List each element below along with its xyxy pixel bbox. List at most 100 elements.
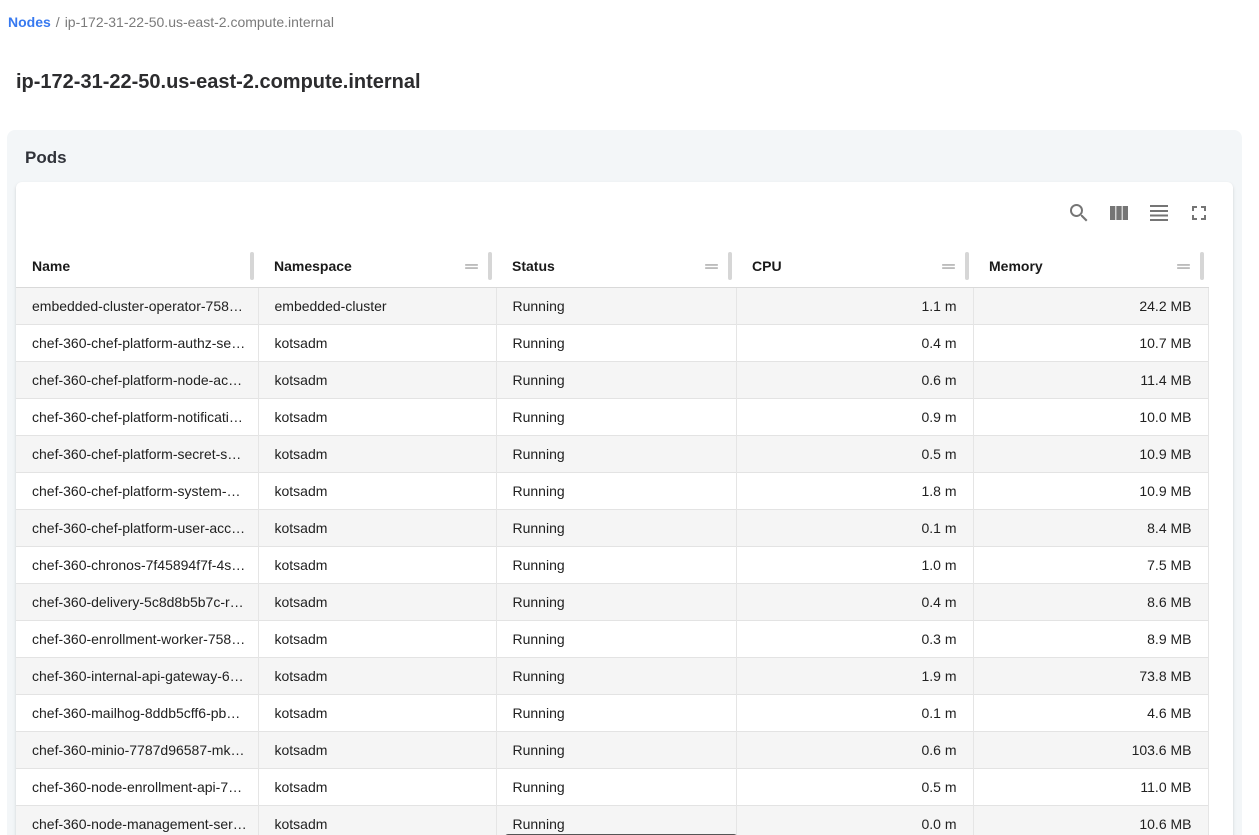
cell-cpu: 0.4 m bbox=[736, 583, 973, 620]
show-hide-columns-button[interactable] bbox=[1099, 194, 1139, 234]
cell-namespace: kotsadm bbox=[258, 657, 496, 694]
table-row: chef-360-chef-platform-user-acc…kotsadmR… bbox=[16, 509, 1208, 546]
cell-memory: 10.9 MB bbox=[973, 472, 1208, 509]
pods-card: Pods bbox=[7, 130, 1242, 835]
cell-namespace: kotsadm bbox=[258, 398, 496, 435]
drag-handle-icon[interactable] bbox=[1172, 255, 1195, 278]
cell-memory: 8.9 MB bbox=[973, 620, 1208, 657]
cell-memory: 10.7 MB bbox=[973, 324, 1208, 361]
cell-name: chef-360-chef-platform-system-… bbox=[16, 472, 258, 509]
pods-table-header: Name Namespace Status CPU Memory bbox=[16, 246, 1208, 287]
cell-memory: 8.4 MB bbox=[973, 509, 1208, 546]
cell-namespace: kotsadm bbox=[258, 768, 496, 805]
cell-cpu: 0.1 m bbox=[736, 509, 973, 546]
cell-cpu: 1.1 m bbox=[736, 287, 973, 324]
table-row: chef-360-mailhog-8ddb5cff6-pb…kotsadmRun… bbox=[16, 694, 1208, 731]
table-row: chef-360-node-enrollment-api-7…kotsadmRu… bbox=[16, 768, 1208, 805]
cell-cpu: 0.5 m bbox=[736, 768, 973, 805]
column-label-namespace: Namespace bbox=[274, 258, 352, 274]
cell-status: Running bbox=[496, 509, 736, 546]
cell-namespace: kotsadm bbox=[258, 694, 496, 731]
table-toolbar bbox=[16, 182, 1233, 246]
cell-status: Running bbox=[496, 472, 736, 509]
cell-name: chef-360-node-management-ser… bbox=[16, 805, 258, 835]
column-resize-handle[interactable] bbox=[1200, 252, 1204, 280]
cell-cpu: 1.9 m bbox=[736, 657, 973, 694]
column-header-namespace: Namespace bbox=[258, 246, 496, 287]
column-header-memory: Memory bbox=[973, 246, 1208, 287]
cell-memory: 8.6 MB bbox=[973, 583, 1208, 620]
cell-namespace: embedded-cluster bbox=[258, 287, 496, 324]
cell-memory: 10.9 MB bbox=[973, 435, 1208, 472]
fullscreen-icon bbox=[1187, 201, 1211, 228]
column-label-memory: Memory bbox=[989, 258, 1043, 274]
column-label-cpu: CPU bbox=[752, 258, 782, 274]
column-resize-handle[interactable] bbox=[728, 252, 732, 280]
drag-handle-icon[interactable] bbox=[937, 255, 960, 278]
cell-cpu: 0.4 m bbox=[736, 324, 973, 361]
pods-table-body: embedded-cluster-operator-758…embedded-c… bbox=[16, 287, 1208, 835]
column-resize-handle[interactable] bbox=[488, 252, 492, 280]
pods-table: Name Namespace Status CPU Memory embedded-cl… bbox=[16, 246, 1209, 835]
table-row: embedded-cluster-operator-758…embedded-c… bbox=[16, 287, 1208, 324]
cell-memory: 103.6 MB bbox=[973, 731, 1208, 768]
cell-name: chef-360-chef-platform-notificati… bbox=[16, 398, 258, 435]
table-row: chef-360-chef-platform-node-ac…kotsadmRu… bbox=[16, 361, 1208, 398]
cell-namespace: kotsadm bbox=[258, 472, 496, 509]
cell-status: Running bbox=[496, 694, 736, 731]
cell-cpu: 0.1 m bbox=[736, 694, 973, 731]
table-row: chef-360-chronos-7f45894f7f-4s…kotsadmRu… bbox=[16, 546, 1208, 583]
cell-name: chef-360-chef-platform-user-acc… bbox=[16, 509, 258, 546]
table-row: chef-360-chef-platform-notificati…kotsad… bbox=[16, 398, 1208, 435]
cell-status: Running bbox=[496, 768, 736, 805]
cell-name: chef-360-minio-7787d96587-mk… bbox=[16, 731, 258, 768]
cell-status: Running bbox=[496, 731, 736, 768]
cell-memory: 73.8 MB bbox=[973, 657, 1208, 694]
column-resize-handle[interactable] bbox=[250, 252, 254, 280]
cell-memory: 7.5 MB bbox=[973, 546, 1208, 583]
column-resize-handle[interactable] bbox=[965, 252, 969, 280]
cell-cpu: 0.5 m bbox=[736, 435, 973, 472]
cell-name: chef-360-internal-api-gateway-6… bbox=[16, 657, 258, 694]
table-row: chef-360-chef-platform-system-…kotsadmRu… bbox=[16, 472, 1208, 509]
cell-name: chef-360-chef-platform-authz-se… bbox=[16, 324, 258, 361]
cell-name: embedded-cluster-operator-758… bbox=[16, 287, 258, 324]
cell-cpu: 1.0 m bbox=[736, 546, 973, 583]
cell-namespace: kotsadm bbox=[258, 620, 496, 657]
table-row: chef-360-chef-platform-authz-se…kotsadmR… bbox=[16, 324, 1208, 361]
cell-namespace: kotsadm bbox=[258, 731, 496, 768]
search-button[interactable] bbox=[1059, 194, 1099, 234]
table-row: chef-360-internal-api-gateway-6…kotsadmR… bbox=[16, 657, 1208, 694]
page-title: ip-172-31-22-50.us-east-2.compute.intern… bbox=[16, 69, 1243, 96]
cell-name: chef-360-delivery-5c8d8b5b7c-r… bbox=[16, 583, 258, 620]
drag-handle-icon[interactable] bbox=[700, 255, 723, 278]
fullscreen-toggle-button[interactable] bbox=[1179, 194, 1219, 234]
cell-name: chef-360-chronos-7f45894f7f-4s… bbox=[16, 546, 258, 583]
cell-cpu: 1.8 m bbox=[736, 472, 973, 509]
cell-memory: 4.6 MB bbox=[973, 694, 1208, 731]
cell-name: chef-360-chef-platform-secret-s… bbox=[16, 435, 258, 472]
cell-memory: 10.6 MB bbox=[973, 805, 1208, 835]
cell-cpu: 0.6 m bbox=[736, 361, 973, 398]
cell-memory: 11.0 MB bbox=[973, 768, 1208, 805]
cell-cpu: 0.6 m bbox=[736, 731, 973, 768]
cell-status: Running bbox=[496, 583, 736, 620]
cell-namespace: kotsadm bbox=[258, 324, 496, 361]
pods-card-title: Pods bbox=[25, 147, 1233, 169]
cell-name: chef-360-node-enrollment-api-7… bbox=[16, 768, 258, 805]
density-icon bbox=[1147, 201, 1171, 228]
cell-namespace: kotsadm bbox=[258, 361, 496, 398]
table-row: chef-360-node-management-ser…kotsadmRunn… bbox=[16, 805, 1208, 835]
drag-handle-icon[interactable] bbox=[460, 255, 483, 278]
column-header-name: Name bbox=[16, 246, 258, 287]
breadcrumb-link-nodes[interactable]: Nodes bbox=[8, 14, 51, 30]
density-toggle-button[interactable] bbox=[1139, 194, 1179, 234]
table-row: chef-360-delivery-5c8d8b5b7c-r…kotsadmRu… bbox=[16, 583, 1208, 620]
cell-name: chef-360-enrollment-worker-758… bbox=[16, 620, 258, 657]
cell-namespace: kotsadm bbox=[258, 583, 496, 620]
cell-status: Running bbox=[496, 287, 736, 324]
cell-status: Running bbox=[496, 805, 736, 835]
column-header-status: Status bbox=[496, 246, 736, 287]
cell-cpu: 0.9 m bbox=[736, 398, 973, 435]
breadcrumb: Nodes/ip-172-31-22-50.us-east-2.compute.… bbox=[0, 0, 1259, 32]
